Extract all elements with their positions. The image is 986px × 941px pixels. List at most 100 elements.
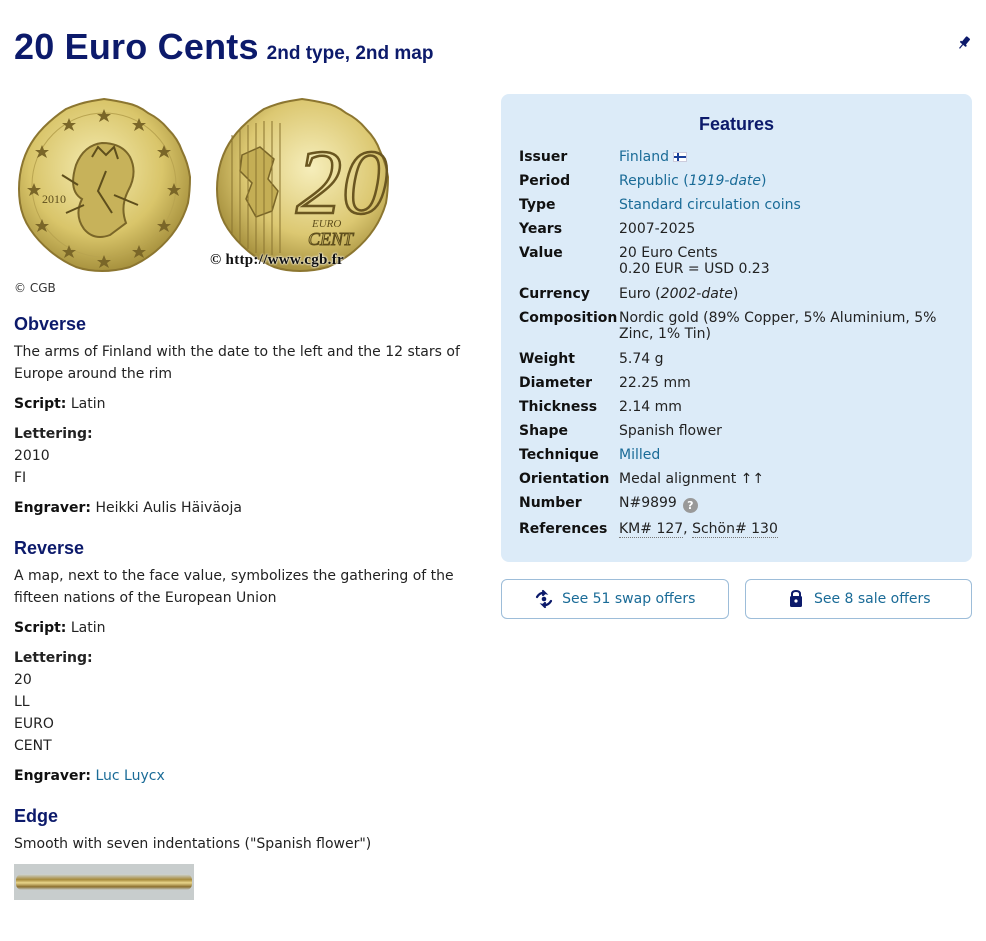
feature-label: Orientation bbox=[519, 471, 610, 487]
feature-value-row: Value 20 Euro Cents 0.20 EUR = USD 0.23 bbox=[519, 245, 954, 277]
feature-value: 2007-2025 bbox=[619, 221, 696, 237]
issuer-link[interactable]: Finland bbox=[619, 149, 669, 165]
obverse-lettering-line: FI bbox=[14, 470, 27, 486]
obverse-engraver: Engraver: Heikki Aulis Häiväoja bbox=[14, 497, 484, 519]
edge-heading: Edge bbox=[14, 806, 59, 826]
feature-issuer: Issuer Finland bbox=[519, 149, 954, 165]
shopping-bag-icon bbox=[789, 589, 802, 607]
obverse-year-text: 2010 bbox=[42, 192, 66, 206]
reference-schon[interactable]: Schön# 130 bbox=[692, 521, 778, 538]
feature-number: Number N#9899? bbox=[519, 495, 954, 513]
features-heading: Features bbox=[698, 114, 775, 134]
value-conversion: 0.20 EUR = USD 0.23 bbox=[619, 261, 770, 277]
script-label: Script: bbox=[14, 396, 67, 412]
sale-offers-label: See 8 sale offers bbox=[813, 591, 931, 607]
feature-label: Thickness bbox=[519, 399, 598, 415]
value-face: 20 Euro Cents bbox=[619, 245, 718, 261]
reverse-lettering-line: EURO bbox=[14, 716, 54, 732]
period-dates: 1919-date bbox=[688, 173, 761, 189]
feature-label: Issuer bbox=[519, 149, 568, 165]
reverse-lettering-line: 20 bbox=[14, 672, 32, 688]
technique-link[interactable]: Milled bbox=[619, 447, 660, 463]
engraver-label: Engraver: bbox=[14, 768, 92, 784]
obverse-section: Obverse The arms of Finland with the dat… bbox=[14, 314, 484, 519]
reference-km[interactable]: KM# 127 bbox=[619, 521, 684, 538]
obverse-lettering-line: 2010 bbox=[14, 448, 50, 464]
reverse-coin-image[interactable]: 20 EURO CENT bbox=[212, 95, 392, 275]
feature-composition: Composition Nordic gold (89% Copper, 5% … bbox=[519, 310, 954, 342]
help-icon[interactable]: ? bbox=[682, 498, 698, 513]
period-text: Republic ( bbox=[619, 173, 689, 189]
edge-image[interactable] bbox=[14, 864, 194, 900]
reverse-section: Reverse A map, next to the face value, s… bbox=[14, 538, 484, 787]
feature-references: References KM# 127, Schön# 130 bbox=[519, 521, 954, 538]
obverse-script: Script: Latin bbox=[14, 393, 484, 415]
feature-value: Nordic gold (89% Copper, 5% Aluminium, 5… bbox=[619, 310, 937, 342]
currency-dates: 2002-date bbox=[660, 286, 733, 302]
edge-description: Smooth with seven indentations ("Spanish… bbox=[14, 836, 372, 852]
coin-page: 20 Euro Cents 2nd type, 2nd map 2010 20 … bbox=[0, 0, 986, 941]
swap-offers-button[interactable]: See 51 swap offers bbox=[501, 579, 729, 619]
feature-label: Technique bbox=[519, 447, 599, 463]
obverse-heading: Obverse bbox=[14, 314, 87, 334]
feature-label: Value bbox=[519, 245, 563, 261]
feature-weight: Weight 5.74 g bbox=[519, 351, 954, 367]
engraver-link[interactable]: Luc Luycx bbox=[95, 768, 164, 784]
finland-flag-icon bbox=[673, 152, 688, 162]
reverse-value-text: 20 bbox=[296, 131, 388, 233]
currency-text: Euro ( bbox=[619, 286, 661, 302]
obverse-description: The arms of Finland with the date to the… bbox=[14, 344, 460, 382]
swap-offers-label: See 51 swap offers bbox=[562, 591, 696, 607]
feature-label: Weight bbox=[519, 351, 575, 367]
feature-label: Composition bbox=[519, 310, 618, 326]
feature-label: References bbox=[519, 521, 608, 537]
feature-thickness: Thickness 2.14 mm bbox=[519, 399, 954, 415]
number-value: N#9899 bbox=[619, 495, 677, 511]
feature-label: Diameter bbox=[519, 375, 593, 391]
period-link[interactable]: Republic (1919-date) bbox=[619, 173, 766, 189]
offer-buttons: See 51 swap offers See 8 sale offers bbox=[501, 579, 972, 619]
feature-label: Shape bbox=[519, 423, 569, 439]
left-column: 2010 20 EURO CENT © http://www.cgb.fr © … bbox=[14, 94, 484, 904]
feature-orientation: Orientation Medal alignment ↑↑ bbox=[519, 471, 954, 487]
reverse-description: A map, next to the face value, symbolize… bbox=[14, 568, 454, 606]
script-value: Latin bbox=[70, 620, 106, 636]
reverse-cent-text: CENT bbox=[308, 229, 355, 249]
feature-diameter: Diameter 22.25 mm bbox=[519, 375, 954, 391]
period-close: ) bbox=[761, 173, 767, 189]
feature-value: Medal alignment ↑↑ bbox=[619, 471, 765, 487]
pin-icon[interactable] bbox=[956, 35, 972, 51]
feature-shape: Shape Spanish flower bbox=[519, 423, 954, 439]
reverse-heading: Reverse bbox=[14, 538, 85, 558]
script-value: Latin bbox=[70, 396, 106, 412]
reference-separator: , bbox=[683, 521, 693, 537]
feature-label: Period bbox=[519, 173, 571, 189]
reverse-script: Script: Latin bbox=[14, 617, 484, 639]
feature-label: Currency bbox=[519, 286, 590, 302]
feature-currency: Currency Euro (2002-date) bbox=[519, 286, 954, 302]
feature-value: 5.74 g bbox=[619, 351, 664, 367]
sale-offers-button[interactable]: See 8 sale offers bbox=[744, 579, 972, 619]
feature-years: Years 2007-2025 bbox=[519, 221, 954, 237]
feature-label: Type bbox=[519, 197, 556, 213]
feature-value: Spanish flower bbox=[619, 423, 722, 439]
page-title: 20 Euro Cents 2nd type, 2nd map bbox=[14, 26, 433, 68]
obverse-lettering-label: Lettering: bbox=[14, 426, 93, 442]
feature-technique: Technique Milled bbox=[519, 447, 954, 463]
obverse-coin-image[interactable]: 2010 bbox=[14, 95, 194, 275]
image-copyright: © CGB bbox=[14, 281, 56, 295]
feature-value: 2.14 mm bbox=[619, 399, 682, 415]
feature-type: Type Standard circulation coins bbox=[519, 197, 954, 213]
script-label: Script: bbox=[14, 620, 67, 636]
reverse-lettering-line: LL bbox=[14, 694, 30, 710]
feature-label: Years bbox=[519, 221, 563, 237]
swap-icon bbox=[535, 589, 553, 609]
coin-title: 20 Euro Cents bbox=[14, 26, 259, 67]
reverse-lettering-line: CENT bbox=[14, 738, 52, 754]
type-link[interactable]: Standard circulation coins bbox=[619, 197, 801, 213]
engraver-label: Engraver: bbox=[14, 500, 92, 516]
feature-value: 22.25 mm bbox=[619, 375, 691, 391]
feature-period: Period Republic (1919-date) bbox=[519, 173, 954, 189]
feature-label: Number bbox=[519, 495, 582, 511]
coin-images: 2010 20 EURO CENT © http://www.cgb.fr bbox=[14, 94, 484, 276]
